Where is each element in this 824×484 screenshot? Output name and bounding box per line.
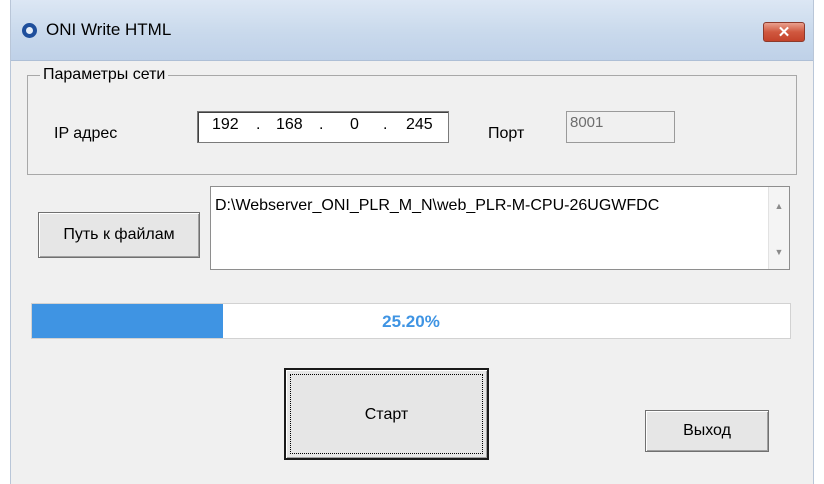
ip-dot: . xyxy=(319,116,324,133)
start-button[interactable]: Старт xyxy=(284,368,489,460)
ip-address-label: IP адрес xyxy=(54,125,118,142)
title-bar[interactable]: ONI Write HTML ✕ xyxy=(11,0,813,61)
ip-octet-3[interactable]: 0 xyxy=(350,116,359,134)
close-button[interactable]: ✕ xyxy=(763,22,805,42)
app-window: ONI Write HTML ✕ Параметры сети IP адрес… xyxy=(10,0,814,484)
scroll-up-icon[interactable]: ▲ xyxy=(769,201,789,211)
file-path-text: D:\Webserver_ONI_PLR_M_N\web_PLR-M-CPU-2… xyxy=(215,197,660,214)
ip-address-field[interactable]: 192 . 168 . 0 . 245 xyxy=(197,111,449,143)
port-field[interactable]: 8001 xyxy=(566,111,675,143)
ip-octet-4[interactable]: 245 xyxy=(406,116,433,134)
progress-percent-label: 25.20% xyxy=(382,312,440,331)
start-button-label: Старт xyxy=(364,406,409,423)
network-params-group-label: Параметры сети xyxy=(40,66,169,84)
ip-dot: . xyxy=(256,116,261,133)
ip-dot: . xyxy=(383,116,388,133)
file-path-button[interactable]: Путь к файлам xyxy=(38,212,200,258)
window-title: ONI Write HTML xyxy=(46,20,172,39)
ip-octet-1[interactable]: 192 xyxy=(212,116,239,134)
close-icon: ✕ xyxy=(777,24,791,41)
exit-button[interactable]: Выход xyxy=(645,410,769,452)
app-o-icon xyxy=(22,23,37,38)
ip-octet-2[interactable]: 168 xyxy=(276,116,303,134)
port-label: Порт xyxy=(488,125,525,142)
progress-bar: 25.20% xyxy=(31,303,791,339)
path-scrollbar[interactable]: ▲ ▼ xyxy=(768,187,789,269)
file-path-box[interactable]: D:\Webserver_ONI_PLR_M_N\web_PLR-M-CPU-2… xyxy=(210,186,790,270)
scroll-down-icon[interactable]: ▼ xyxy=(769,247,789,257)
